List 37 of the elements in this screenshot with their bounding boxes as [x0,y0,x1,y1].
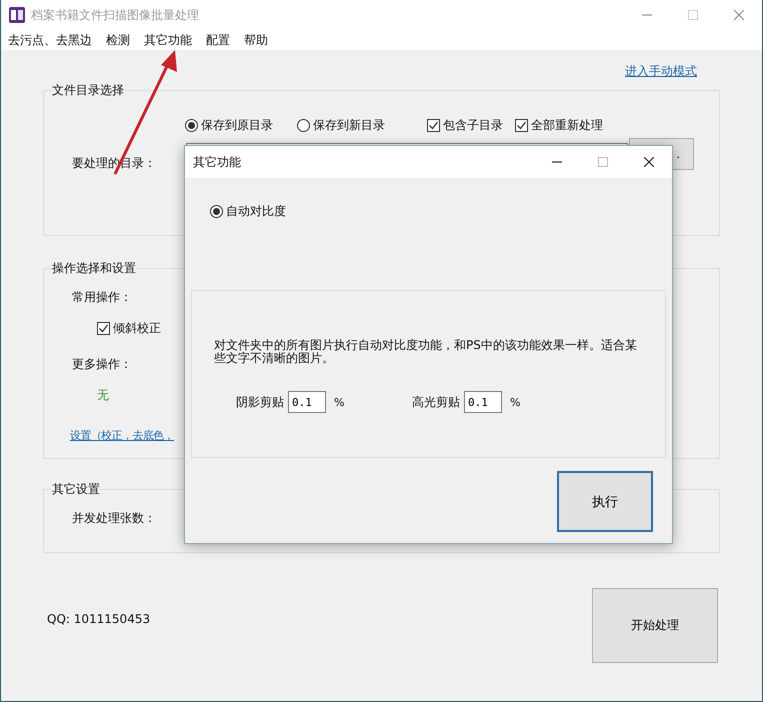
manual-mode-link[interactable]: 进入手动模式 [625,63,697,78]
menu-item[interactable]: 检测 [99,32,137,48]
number-field[interactable]: 0.1 [464,391,502,413]
app-icon [9,7,25,23]
maximize-icon [598,157,608,167]
radio-button[interactable]: 保存到新目录 [297,117,385,134]
radio-button[interactable]: 自动对比度 [210,203,286,220]
description-text: 对文件夹中的所有图片执行自动对比度功能，和PS中的该功能效果一样。适合某些文字不清晰的图片。 [214,339,638,365]
menu-item[interactable]: 帮助 [237,32,275,48]
field-label: 高光剪贴 [412,394,460,410]
section-label: 常用操作： [72,289,132,306]
settings-link[interactable]: 设置（校正，去底色， [70,428,174,443]
number-field[interactable]: 0.1 [288,391,326,413]
group-title: 文件目录选择 [52,82,124,99]
checkbox[interactable]: 倾斜校正 [97,320,161,337]
close-icon [734,10,744,20]
field-label: 并发处理张数： [72,510,156,527]
unit-label: % [510,396,520,408]
group-title: 其它设置 [52,481,100,498]
field-label: 阴影剪贴 [236,394,284,410]
menu-item[interactable]: 配置 [199,32,237,48]
section-label: 更多操作： [72,356,132,373]
start-button[interactable]: 开始处理 [592,588,718,663]
dialog-title: 其它功能 [193,154,241,170]
menu-item[interactable]: 去污点、去黑边 [1,32,99,48]
window-title: 档案书籍文件扫描图像批量处理 [31,6,199,24]
close-icon [644,157,654,167]
checkbox[interactable]: 全部重新处理 [515,117,603,134]
none-text: 无 [97,387,109,404]
group-title: 操作选择和设置 [52,260,136,277]
unit-label: % [334,396,344,408]
checkbox[interactable]: 包含子目录 [427,117,503,134]
execute-button[interactable]: 执行 [557,471,653,532]
maximize-icon [688,10,698,20]
menu-item[interactable]: 其它功能 [137,32,199,48]
radio-button[interactable]: 保存到原目录 [185,117,273,134]
qq-text: QQ: 1011150453 [47,612,150,626]
